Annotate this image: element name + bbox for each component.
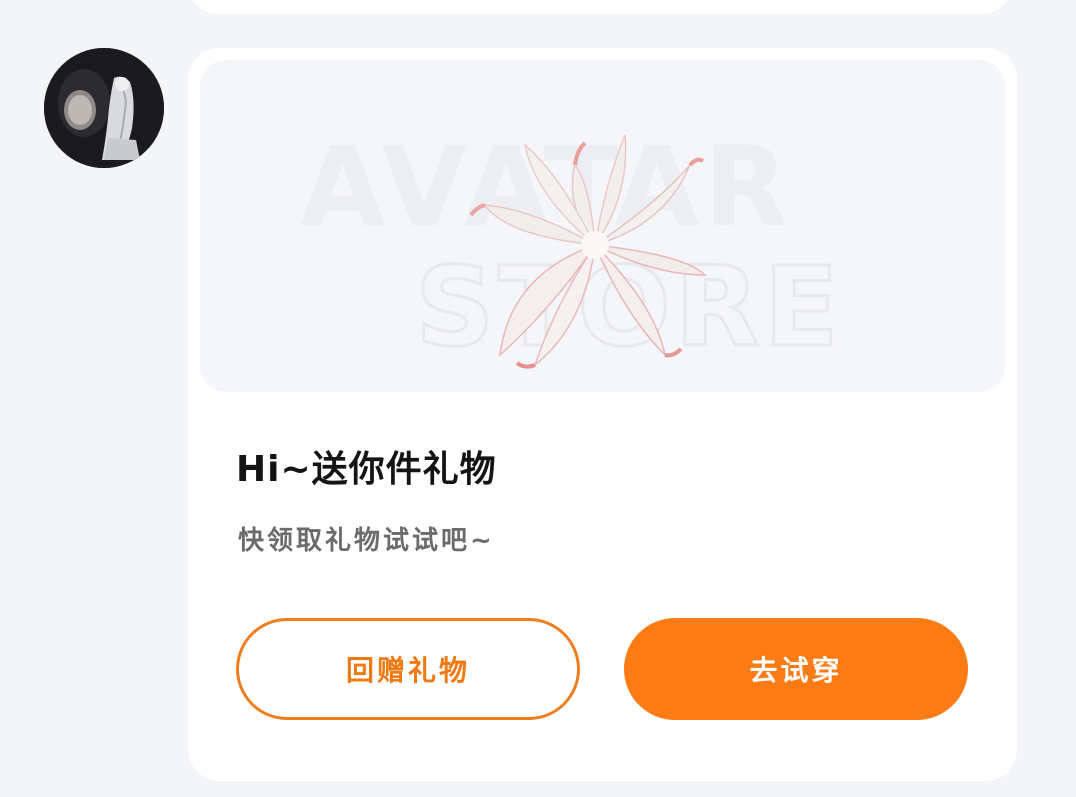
previous-message-card [190, 0, 1010, 14]
gift-title: Hi~送你件礼物 [236, 449, 497, 490]
try-on-button[interactable]: 去试穿 [624, 618, 968, 720]
return-gift-label: 回赠礼物 [345, 654, 470, 687]
gift-banner: AVATAR STORE [200, 60, 1005, 392]
try-on-label: 去试穿 [749, 654, 843, 687]
gift-subtitle: 快领取礼物试试吧~ [238, 526, 495, 556]
avatar-image [44, 48, 164, 168]
gift-message-card: AVATAR STORE Hi~送你件礼物 快领取礼物试试吧~ [188, 48, 1017, 781]
avatar[interactable] [44, 48, 164, 168]
return-gift-button[interactable]: 回赠礼物 [236, 618, 580, 720]
banner-artwork: AVATAR STORE [300, 123, 840, 373]
